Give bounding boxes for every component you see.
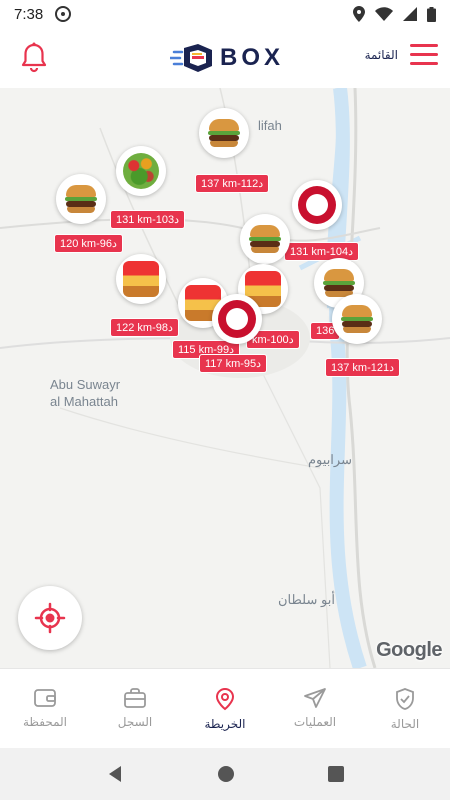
kfc-logo-icon: [298, 186, 336, 224]
map-pin-icon: [215, 687, 235, 711]
box-logo-icon: [170, 44, 212, 72]
store-marker[interactable]: [199, 108, 249, 158]
signal-icon: [403, 7, 417, 21]
nav-label: الخريطة: [204, 717, 246, 731]
back-icon[interactable]: [106, 765, 124, 783]
distance-tag[interactable]: 137 km-112د: [195, 174, 270, 193]
vegetables-icon: [123, 153, 159, 189]
wallet-icon: [34, 689, 56, 707]
store-marker[interactable]: [292, 180, 342, 230]
nav-map[interactable]: الخريطة: [180, 669, 270, 748]
distance-tag[interactable]: 137 km-121د: [325, 358, 400, 377]
nav-label: السجل: [117, 715, 153, 729]
send-icon: [304, 688, 326, 708]
nav-operations[interactable]: العمليات: [270, 669, 360, 748]
distance-tag[interactable]: 117 km-95د: [199, 354, 268, 373]
store-marker[interactable]: [56, 174, 106, 224]
recents-icon[interactable]: [327, 766, 344, 782]
kfc-logo-icon: [218, 300, 256, 338]
distance-tag[interactable]: 122 km-98د: [110, 318, 179, 337]
nav-label: العمليات: [293, 715, 337, 729]
status-bar: 7:38: [0, 0, 450, 28]
distance-tag[interactable]: 120 km-96د: [54, 234, 123, 253]
home-icon[interactable]: [217, 765, 235, 783]
location-icon: [353, 6, 365, 22]
bottom-navigation: المحفظة السجل الخريطة العمليات الحالة: [0, 668, 450, 748]
store-marker[interactable]: [212, 294, 262, 344]
burger-icon: [206, 117, 242, 149]
nav-status[interactable]: الحالة: [360, 669, 450, 748]
burger-icon: [247, 223, 283, 255]
shield-check-icon: [396, 688, 414, 710]
app-header: BOX القائمة: [0, 28, 450, 88]
store-marker[interactable]: [332, 294, 382, 344]
map-label-abu-sultan: أبو سلطان: [278, 592, 335, 607]
map-label-abu-suwayr: Abu Suwayr al Mahattah: [50, 377, 121, 409]
briefcase-icon: [124, 688, 146, 708]
distance-tag[interactable]: 131 km-103د: [110, 210, 185, 229]
store-marker[interactable]: [240, 214, 290, 264]
hamburger-menu-icon[interactable]: [410, 44, 438, 68]
google-attribution: Google: [376, 639, 442, 661]
store-marker[interactable]: [116, 146, 166, 196]
distance-tag[interactable]: 131 km-104د: [284, 242, 359, 261]
nav-wallet[interactable]: المحفظة: [0, 669, 90, 748]
app-logo: BOX: [170, 42, 284, 74]
my-location-button[interactable]: [18, 586, 82, 650]
meal-box-icon: [123, 261, 159, 297]
burger-icon: [63, 183, 99, 215]
map-label-lifah: lifah: [258, 118, 282, 133]
nav-label: الحالة: [390, 717, 420, 731]
wifi-icon: [375, 7, 393, 21]
crosshair-icon: [34, 602, 66, 634]
app-logo-text: BOX: [220, 44, 285, 71]
status-time: 7:38: [14, 5, 44, 23]
bell-icon[interactable]: [20, 42, 48, 74]
map-label-sarabium: سرابيوم: [308, 452, 352, 467]
nav-history[interactable]: السجل: [90, 669, 180, 748]
data-saver-icon: [55, 6, 72, 22]
battery-icon: [427, 6, 436, 22]
map-view[interactable]: lifah Abu Suwayr al Mahattah سرابيوم أبو…: [0, 88, 450, 668]
nav-label: المحفظة: [22, 715, 68, 729]
store-marker[interactable]: [116, 254, 166, 304]
burger-icon: [339, 303, 375, 335]
menu-label[interactable]: القائمة: [365, 48, 398, 62]
system-navigation-bar: [0, 748, 450, 800]
